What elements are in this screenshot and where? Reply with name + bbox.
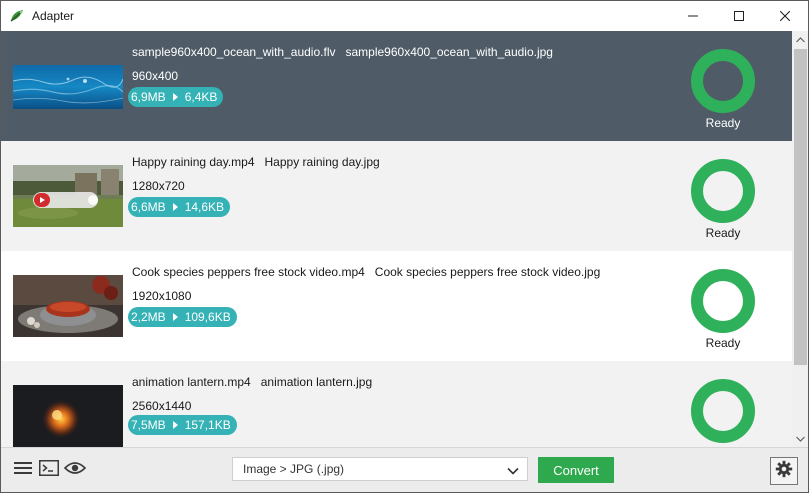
file-names: Cook species peppers free stock video.mp… bbox=[132, 265, 600, 279]
menu-button[interactable] bbox=[11, 458, 35, 482]
convert-button[interactable]: Convert bbox=[538, 457, 614, 483]
size-from: 7,5MB bbox=[131, 418, 166, 432]
preview-button[interactable] bbox=[63, 458, 87, 482]
status-ring-icon bbox=[691, 379, 755, 443]
output-filename: Cook species peppers free stock video.jp… bbox=[374, 265, 601, 279]
status-ring-icon bbox=[691, 49, 755, 113]
output-format-select[interactable]: Image > JPG (.jpg) bbox=[232, 457, 528, 481]
status-ring-icon bbox=[691, 159, 755, 223]
thumbnail-raining-day bbox=[13, 165, 123, 227]
size-badge: 7,5MB 157,1KB bbox=[128, 415, 237, 435]
list-item[interactable]: Cook species peppers free stock video.mp… bbox=[1, 251, 792, 361]
output-filename: animation lantern.jpg bbox=[260, 375, 373, 389]
thumbnail-ocean bbox=[13, 65, 123, 127]
size-badge: 6,9MB 6,4KB bbox=[128, 87, 224, 107]
arrow-right-icon bbox=[172, 313, 178, 321]
file-list: sample960x400_ocean_with_audio.flv sample… bbox=[1, 31, 792, 447]
thumbnail-peppers bbox=[13, 275, 123, 337]
bottom-toolbar: Image > JPG (.jpg) Convert bbox=[1, 447, 808, 492]
size-badge: 6,6MB 14,6KB bbox=[128, 197, 231, 217]
arrow-right-icon bbox=[172, 203, 178, 211]
list-item[interactable]: animation lantern.mp4 animation lantern.j… bbox=[1, 361, 792, 447]
menu-icon bbox=[14, 461, 32, 480]
list-scrollbar[interactable] bbox=[792, 31, 808, 447]
size-to: 109,6KB bbox=[184, 310, 231, 324]
source-filename: sample960x400_ocean_with_audio.flv bbox=[132, 45, 336, 59]
size-to: 6,4KB bbox=[184, 90, 218, 104]
settings-button[interactable] bbox=[770, 457, 798, 485]
adapter-logo-icon bbox=[9, 8, 25, 24]
resolution-label: 1920x1080 bbox=[132, 289, 192, 303]
maximize-button[interactable] bbox=[716, 1, 762, 31]
size-from: 6,9MB bbox=[131, 90, 166, 104]
format-selected-value: Image > JPG (.jpg) bbox=[243, 462, 345, 476]
file-names: animation lantern.mp4 animation lantern.j… bbox=[132, 375, 372, 389]
size-from: 2,2MB bbox=[131, 310, 166, 324]
list-item[interactable]: sample960x400_ocean_with_audio.flv sample… bbox=[1, 31, 792, 141]
size-badge: 2,2MB 109,6KB bbox=[128, 307, 237, 327]
status-label: Ready bbox=[705, 336, 741, 350]
app-window: Adapter sample960x400_ocean_with_audio.f… bbox=[0, 0, 809, 493]
arrow-right-icon bbox=[172, 421, 178, 429]
scroll-down-icon[interactable] bbox=[792, 430, 808, 447]
minimize-button[interactable] bbox=[670, 1, 716, 31]
chevron-down-icon bbox=[507, 464, 519, 478]
close-button[interactable] bbox=[762, 1, 808, 31]
output-filename: sample960x400_ocean_with_audio.jpg bbox=[345, 45, 553, 59]
source-filename: Happy raining day.mp4 bbox=[132, 155, 255, 169]
source-filename: animation lantern.mp4 bbox=[132, 375, 251, 389]
title-bar[interactable]: Adapter bbox=[1, 1, 808, 31]
list-item[interactable]: Happy raining day.mp4 Happy raining day.j… bbox=[1, 141, 792, 251]
window-title: Adapter bbox=[32, 9, 75, 23]
size-to: 157,1KB bbox=[184, 418, 231, 432]
scroll-up-icon[interactable] bbox=[792, 31, 808, 48]
file-names: sample960x400_ocean_with_audio.flv sample… bbox=[132, 45, 553, 59]
source-filename: Cook species peppers free stock video.mp… bbox=[132, 265, 365, 279]
status-label: Ready bbox=[705, 116, 741, 130]
eye-icon bbox=[63, 461, 87, 480]
console-icon bbox=[39, 459, 59, 481]
status-label: Ready bbox=[705, 226, 741, 240]
console-button[interactable] bbox=[37, 458, 61, 482]
status-ring-icon bbox=[691, 269, 755, 333]
size-from: 6,6MB bbox=[131, 200, 166, 214]
arrow-right-icon bbox=[172, 93, 178, 101]
file-names: Happy raining day.mp4 Happy raining day.j… bbox=[132, 155, 380, 169]
gear-icon bbox=[775, 460, 793, 483]
output-filename: Happy raining day.jpg bbox=[264, 155, 380, 169]
size-to: 14,6KB bbox=[184, 200, 225, 214]
thumbnail-lantern bbox=[13, 385, 123, 447]
resolution-label: 2560x1440 bbox=[132, 399, 192, 413]
resolution-label: 1280x720 bbox=[132, 179, 185, 193]
scroll-thumb[interactable] bbox=[794, 49, 807, 365]
resolution-label: 960x400 bbox=[132, 69, 179, 83]
